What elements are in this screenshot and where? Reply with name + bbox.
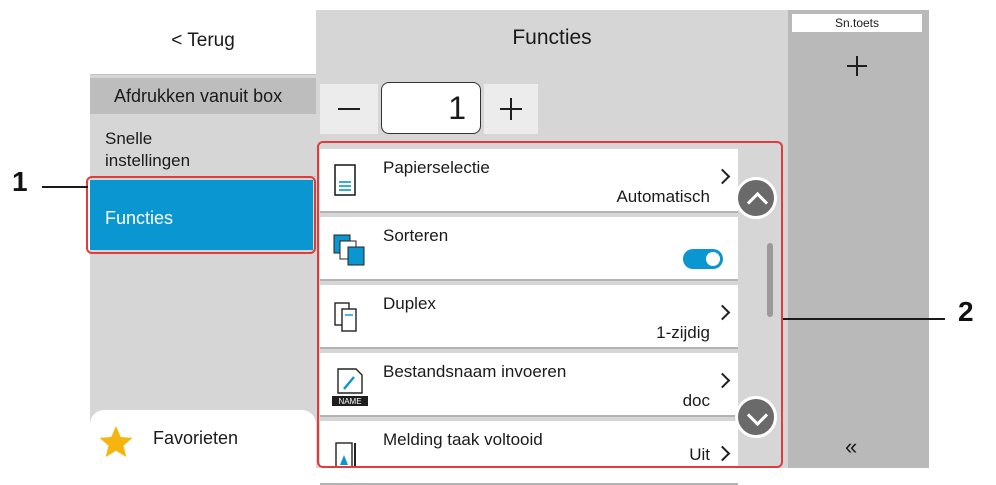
callout-number-2: 2 [958,296,974,327]
minus-icon [338,108,360,110]
collapse-panel-button[interactable]: « [845,434,857,460]
highlight-box-2 [317,141,783,468]
shortcut-panel [788,10,929,468]
plus-icon[interactable] [856,56,858,76]
highlight-box-1 [86,176,316,254]
page-title: Functies [512,26,592,49]
sidebar-item-quick-settings[interactable]: Snelle instellingen [105,128,190,172]
plus-icon [510,98,512,120]
copies-input[interactable]: 1 [381,82,481,134]
shortcut-tab[interactable]: Sn.toets [792,14,922,32]
favorites-label: Favorieten [153,428,239,448]
callout-line-2 [783,318,945,320]
callout-line-1 [42,186,88,188]
star-icon [99,426,133,457]
callout-number-1: 1 [12,166,28,197]
sidebar-header: Afdrukken vanuit box [90,78,316,114]
back-button[interactable]: < Terug [90,10,316,75]
